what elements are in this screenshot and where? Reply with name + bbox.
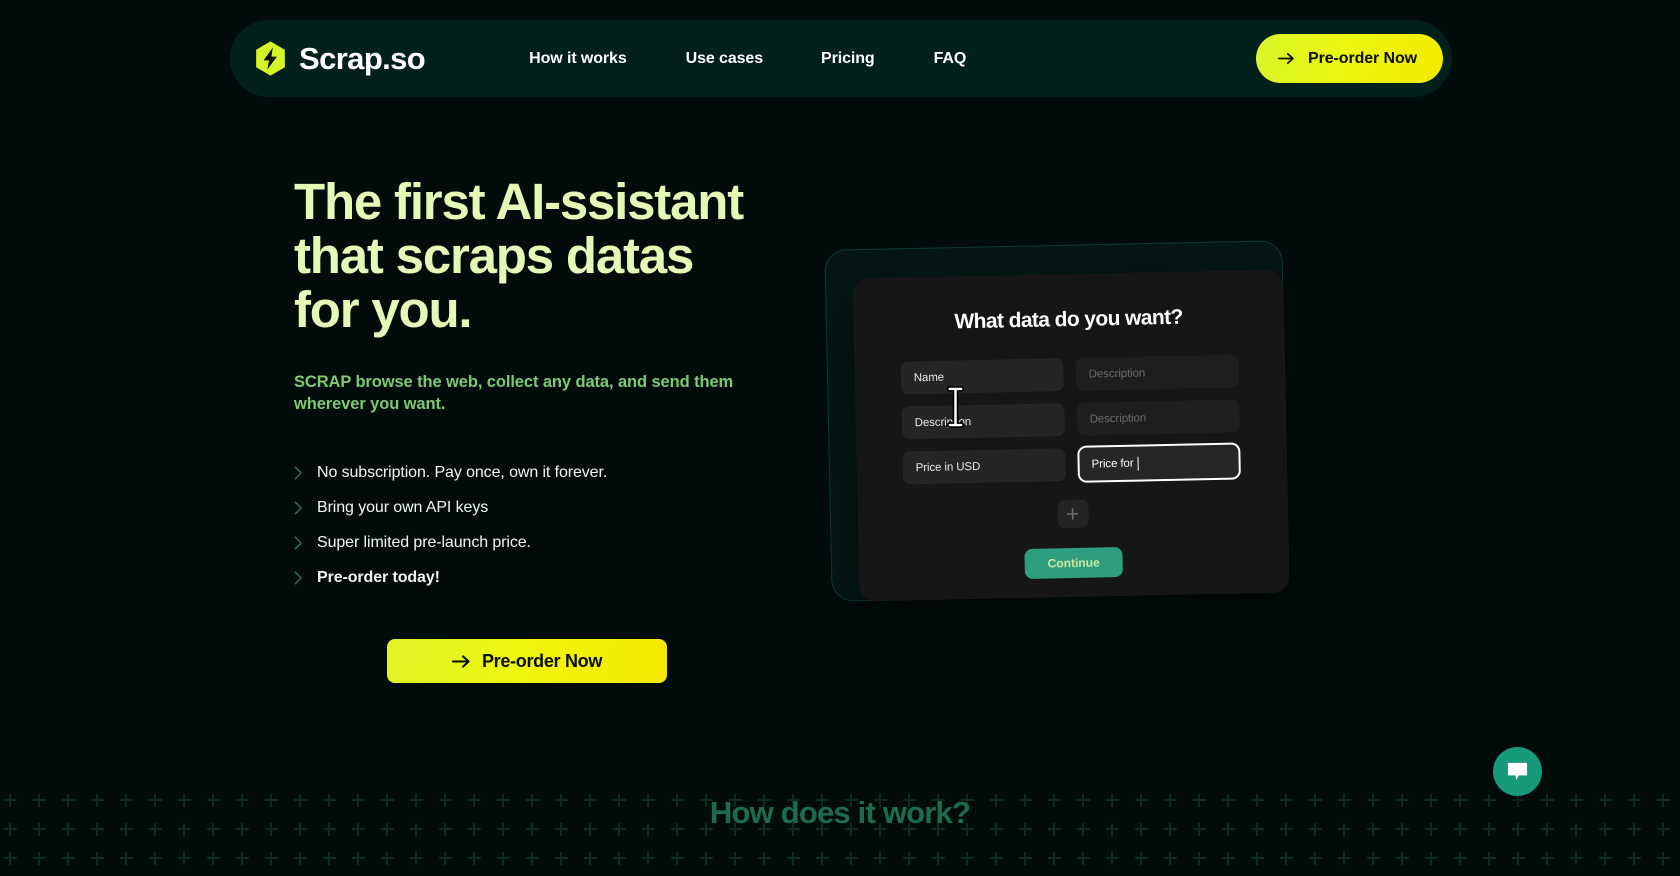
nav-item-use-cases[interactable]: Use cases [686,42,763,76]
hero-preorder-button[interactable]: Pre-order Now [387,639,667,683]
hero-preorder-label: Pre-order Now [481,650,603,671]
landing-page: Scrap.so How it works Use cases Pricing … [0,0,1680,876]
plus-icon [1066,508,1079,520]
field-value: Name [913,371,945,384]
feature-label: No subscription. Pay once, own it foreve… [317,463,608,481]
nav-item-how-it-works[interactable]: How it works [529,42,627,76]
chevron-right-icon [294,501,302,514]
chat-widget-button[interactable] [1493,747,1542,796]
mockup-field-description-placeholder-2[interactable]: Description [1076,399,1240,436]
brand-logo-link[interactable]: Scrap.so [252,40,426,77]
mockup-field-description-placeholder-1[interactable]: Description [1075,354,1240,391]
feature-label: Super limited pre-launch price. [317,533,531,551]
mockup-field-description[interactable]: Description [901,403,1066,440]
chevron-right-icon [294,571,302,584]
site-header: Scrap.so How it works Use cases Pricing … [230,20,1452,97]
chat-bubble-icon [1507,762,1528,781]
feature-label: Bring your own API keys [317,498,489,516]
list-item: Super limited pre-launch price. [294,525,814,560]
product-mockup: What data do you want? Name Description … [824,240,1290,602]
header-preorder-label: Pre-order Now [1308,49,1417,67]
field-placeholder: Description [1088,366,1146,381]
main-nav: How it works Use cases Pricing FAQ [529,42,966,76]
mockup-continue-label: Continue [1047,555,1100,571]
list-item: No subscription. Pay once, own it foreve… [294,455,814,490]
nav-item-pricing[interactable]: Pricing [821,42,875,76]
mockup-field-price-usd[interactable]: Price in USD [902,448,1066,485]
mockup-add-field-button[interactable] [1056,499,1089,529]
arrow-right-icon [451,654,470,668]
section-heading-how-does-it-work: How does it work? [709,795,971,830]
mockup-card: What data do you want? Name Description … [852,269,1290,602]
list-item: Bring your own API keys [294,490,814,525]
hero-subtitle: SCRAP browse the web, collect any data, … [294,373,734,413]
field-placeholder: Description [1089,411,1147,426]
header-preorder-button[interactable]: Pre-order Now [1256,34,1443,83]
mockup-field-name[interactable]: Name [900,358,1065,395]
mockup-field-price-for-focused[interactable]: Price for [1077,442,1241,483]
text-caret [1137,456,1139,471]
chevron-right-icon [294,536,302,549]
lightning-hexagon-icon [256,41,285,76]
mockup-continue-button[interactable]: Continue [1024,546,1123,579]
field-value: Description [914,415,972,429]
field-value: Price for [1091,457,1134,471]
brand-name: Scrap.so [299,40,426,76]
list-item: Pre-order today! [294,560,814,595]
arrow-right-icon [1278,52,1294,65]
hero-content: The first AI-ssistant that scraps datas … [294,175,814,683]
hero-feature-list: No subscription. Pay once, own it foreve… [294,455,814,595]
feature-label: Pre-order today! [317,568,440,586]
mockup-field-grid: Name Description Description Description… [900,354,1241,486]
mockup-heading: What data do you want? [954,305,1183,334]
field-value: Price in USD [915,460,981,474]
page-title: The first AI-ssistant that scraps datas … [294,173,744,338]
chevron-right-icon [294,466,302,479]
nav-item-faq[interactable]: FAQ [934,42,967,76]
